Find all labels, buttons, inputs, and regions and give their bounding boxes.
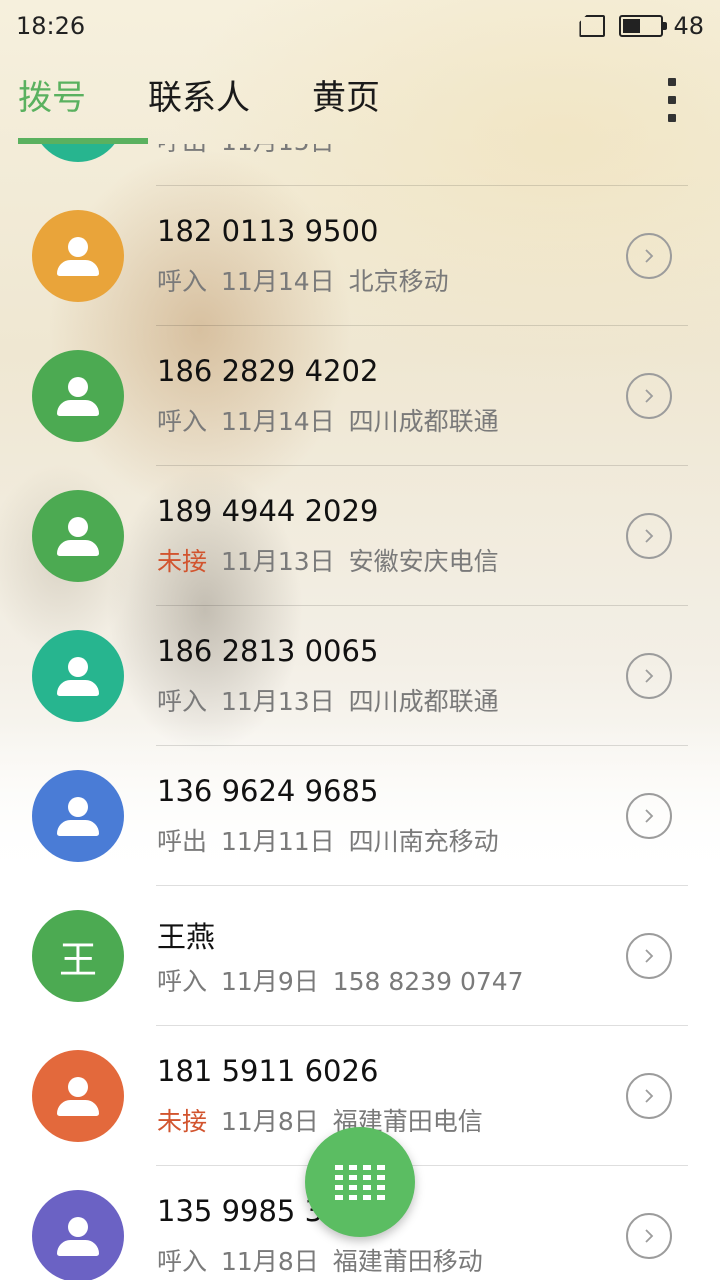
call-number: 186 2829 4202 (157, 354, 379, 388)
call-type: 呼出 (157, 827, 208, 856)
more-dot (668, 78, 676, 86)
chevron-right-icon (645, 1229, 654, 1243)
person-icon (55, 653, 101, 699)
call-date: 11月8日 (221, 1247, 319, 1276)
chevron-right-icon (645, 949, 654, 963)
status-time: 18:26 (16, 12, 86, 40)
battery-icon (619, 15, 668, 37)
tab-contacts[interactable]: 联系人 (148, 52, 250, 144)
call-detail: 呼出 11月11日 四川南充移动 (157, 822, 513, 858)
call-detail: 未接 11月8日 福建莆田电信 (157, 1102, 497, 1138)
chevron-right-icon (645, 249, 654, 263)
avatar[interactable] (32, 210, 124, 302)
dialpad-icon (335, 1164, 385, 1200)
call-detail: 未接 11月13日 安徽安庆电信 (157, 542, 513, 578)
call-type: 呼入 (157, 687, 208, 716)
call-location: 四川南充移动 (348, 827, 499, 856)
call-details-button[interactable] (626, 233, 672, 279)
person-icon (55, 513, 101, 559)
call-type: 呼入 (157, 1247, 208, 1276)
avatar[interactable] (32, 144, 124, 162)
call-detail: 呼入 11月14日 四川成都联通 (157, 402, 513, 438)
call-type: 呼出 (157, 144, 207, 156)
battery-fill (623, 19, 641, 33)
call-date: 11月13日 (221, 687, 335, 716)
call-log-row[interactable]: 189 4944 2029 未接 11月13日 安徽安庆电信 (0, 466, 720, 606)
avatar[interactable] (32, 630, 124, 722)
call-log-row[interactable]: 182 0113 9500 呼入 11月14日 北京移动 (0, 186, 720, 326)
call-details-button[interactable] (626, 1213, 672, 1259)
call-date: 11月8日 (221, 1107, 319, 1136)
call-details-button[interactable] (626, 933, 672, 979)
tab-bar: 拨号 联系人 黄页 (0, 52, 720, 144)
call-date: 11月13日 (221, 547, 335, 576)
call-type: 未接 (157, 1107, 208, 1136)
sim-card-icon (579, 15, 606, 37)
tab-yellow-pages[interactable]: 黄页 (312, 52, 380, 144)
call-date: 11月14日 (221, 267, 335, 296)
avatar[interactable] (32, 1190, 124, 1280)
active-tab-indicator (18, 138, 148, 144)
avatar[interactable] (32, 350, 124, 442)
call-detail: 呼入 11月9日 158 8239 0747 (157, 962, 538, 998)
call-number: 181 5911 6026 (157, 1054, 379, 1088)
call-log-row[interactable]: 186 2829 4202 呼入 11月14日 四川成都联通 (0, 326, 720, 466)
call-detail: 呼出 11月15日 (157, 144, 363, 158)
call-details-button[interactable] (626, 513, 672, 559)
call-details-button[interactable] (626, 653, 672, 699)
call-details-button[interactable] (626, 373, 672, 419)
call-type: 呼入 (157, 967, 208, 996)
call-number: 182 0113 9500 (157, 214, 379, 248)
tab-dialer[interactable]: 拨号 (18, 52, 86, 144)
call-detail: 呼入 11月13日 四川成都联通 (157, 682, 513, 718)
call-location: 福建莆田移动 (332, 1247, 483, 1276)
call-log-row[interactable]: 136 9624 9685 呼出 11月11日 四川南充移动 (0, 746, 720, 886)
call-location: 158 8239 0747 (332, 967, 524, 996)
call-log-row[interactable]: 王 王燕呼入 11月9日 158 8239 0747 (0, 886, 720, 1026)
chevron-right-icon (645, 809, 654, 823)
call-type: 呼入 (157, 407, 208, 436)
call-date: 11月15日 (221, 144, 335, 156)
call-type: 未接 (157, 547, 208, 576)
call-detail: 呼入 11月8日 福建莆田移动 (157, 1242, 497, 1278)
call-location: 四川成都联通 (348, 407, 499, 436)
call-number: 王燕 (157, 920, 216, 954)
status-bar: 18:26 48 (0, 0, 720, 52)
call-location: 北京移动 (348, 267, 449, 296)
avatar[interactable] (32, 1050, 124, 1142)
call-number: 189 4944 2029 (157, 494, 379, 528)
call-location: 安徽安庆电信 (348, 547, 499, 576)
chevron-right-icon (645, 669, 654, 683)
call-number: 136 9624 9685 (157, 774, 379, 808)
call-type: 呼入 (157, 267, 208, 296)
chevron-right-icon (645, 389, 654, 403)
call-location: 四川成都联通 (348, 687, 499, 716)
call-date: 11月11日 (221, 827, 335, 856)
person-icon (55, 1073, 101, 1119)
avatar[interactable] (32, 490, 124, 582)
call-log-row[interactable]: 186 0880 9490呼出11月15日 (0, 144, 720, 186)
call-detail: 呼入 11月14日 北京移动 (157, 262, 463, 298)
more-options-button[interactable] (664, 78, 680, 122)
avatar[interactable]: 王 (32, 910, 124, 1002)
call-details-button[interactable] (626, 1073, 672, 1119)
call-log-row[interactable]: 186 2813 0065 呼入 11月13日 四川成都联通 (0, 606, 720, 746)
call-log-list[interactable]: 186 0880 9490呼出11月15日182 0113 9500呼入11月1… (0, 144, 720, 1280)
chevron-right-icon (645, 1089, 654, 1103)
person-icon (55, 373, 101, 419)
avatar[interactable] (32, 770, 124, 862)
person-icon (55, 233, 101, 279)
call-number: 186 2813 0065 (157, 634, 379, 668)
more-dot (668, 114, 676, 122)
chevron-right-icon (645, 529, 654, 543)
more-dot (668, 96, 676, 104)
call-date: 11月9日 (221, 967, 319, 996)
person-icon (55, 1213, 101, 1259)
avatar-initial: 王 (58, 937, 97, 982)
person-icon (55, 793, 101, 839)
call-date: 11月14日 (221, 407, 335, 436)
dialpad-button[interactable] (305, 1127, 415, 1237)
call-details-button[interactable] (626, 793, 672, 839)
battery-level: 48 (673, 12, 704, 40)
